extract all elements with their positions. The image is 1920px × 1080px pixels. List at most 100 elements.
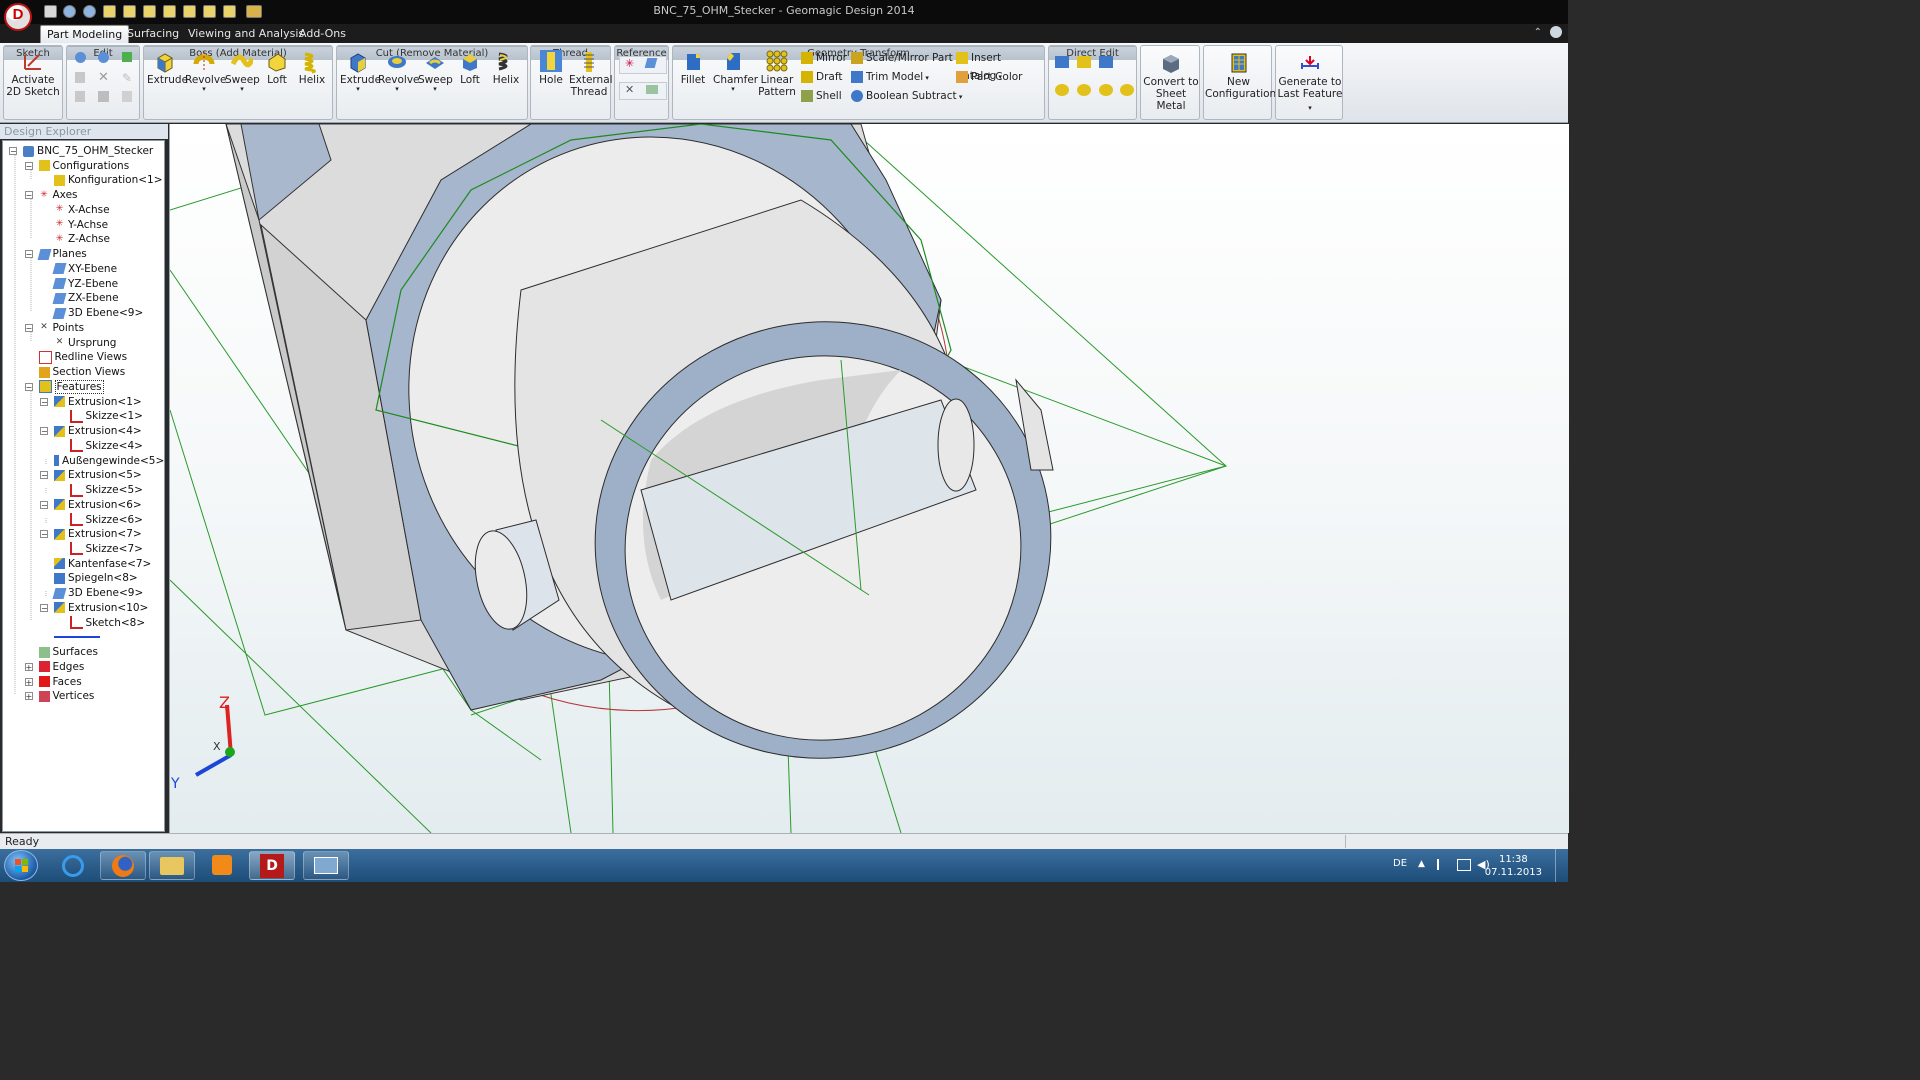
boss-revolve-button[interactable]: Revolve ▾ (185, 50, 227, 93)
taskbar-media[interactable] (199, 851, 245, 880)
cut-sweep-button[interactable]: Sweep ▾ (418, 50, 453, 93)
flag-icon[interactable] (1437, 859, 1449, 870)
activate-2d-sketch-button[interactable]: Activate 2D Sketch (6, 50, 60, 98)
collapse-icon[interactable]: − (40, 603, 48, 612)
tree-item[interactable]: YZ-Ebene (52, 277, 118, 291)
tree-item[interactable]: Außengewinde<5> (54, 454, 164, 468)
design-explorer-tree[interactable]: − BNC_75_OHM_Stecker − Configurations Konfig… (2, 140, 165, 832)
paste-special-icon[interactable] (122, 91, 132, 102)
tab-surfacing[interactable]: Surfacing (121, 25, 185, 43)
collapse-icon[interactable]: − (9, 147, 17, 156)
new-icon[interactable] (103, 5, 116, 18)
boss-extrude-button[interactable]: Extrude (147, 50, 188, 86)
tree-item[interactable]: − ✕ Points (24, 321, 84, 335)
delete-face-icon[interactable] (1055, 84, 1069, 96)
start-button[interactable] (4, 850, 38, 881)
cut-extrude-button[interactable]: Extrude ▾ (340, 50, 381, 93)
tree-item[interactable]: − Planes (24, 247, 87, 261)
paste-icon[interactable] (98, 91, 109, 102)
tab-viewing-analysis[interactable]: Viewing and Analysis (182, 25, 310, 43)
tree-item[interactable]: + Vertices (24, 689, 94, 703)
part-color-button[interactable]: Part Color (956, 68, 1022, 86)
cut-loft-button[interactable]: Loft (454, 50, 486, 86)
tree-item[interactable]: − Extrusion<4> (40, 424, 142, 438)
redo-icon[interactable] (83, 5, 96, 18)
redo-icon[interactable] (98, 52, 109, 63)
tree-item[interactable]: Section Views (38, 365, 125, 379)
collapse-icon[interactable]: − (24, 191, 33, 200)
tree-item[interactable]: Skizze<5> (69, 483, 143, 497)
undo-icon[interactable] (63, 5, 76, 18)
taskbar-explorer[interactable] (149, 851, 195, 880)
cut-revolve-button[interactable]: Revolve ▾ (378, 50, 420, 93)
print-icon[interactable] (203, 5, 216, 18)
tree-item[interactable]: + Edges (24, 660, 84, 674)
move-face-icon[interactable] (1055, 56, 1069, 68)
linear-pattern-button[interactable]: Linear Pattern (757, 50, 797, 98)
tree-item[interactable]: ✕ Ursprung (54, 336, 117, 350)
tree-item[interactable]: ✳ X-Achse (54, 203, 110, 217)
import-icon[interactable] (163, 5, 176, 18)
tree-item[interactable]: + Faces (24, 675, 82, 689)
fillet-button[interactable]: Fillet (676, 50, 710, 86)
rotate-face-icon[interactable] (1077, 84, 1091, 96)
export-icon[interactable] (183, 5, 196, 18)
offset-face-icon[interactable] (1077, 56, 1091, 68)
network-icon[interactable] (1457, 859, 1471, 871)
tree-item[interactable]: − Extrusion<10> (40, 601, 148, 615)
select-icon[interactable] (122, 52, 132, 62)
tree-item[interactable]: ZX-Ebene (52, 291, 119, 305)
taskbar-firefox[interactable] (100, 851, 146, 880)
app-logo[interactable]: D (4, 3, 32, 31)
tree-item[interactable]: − Features (24, 379, 104, 394)
external-thread-button[interactable]: External Thread (569, 50, 613, 98)
resize-face-icon[interactable] (1120, 84, 1134, 96)
draft-button[interactable]: Draft (801, 68, 842, 86)
measure-icon[interactable] (246, 5, 262, 18)
pen-icon[interactable]: ✎ (122, 71, 132, 85)
delete-icon[interactable]: ✕ (98, 70, 109, 85)
help-icon[interactable] (1550, 26, 1562, 38)
trim-model-button[interactable]: Trim Model ▾ (851, 68, 929, 86)
collapse-icon[interactable]: − (40, 471, 48, 480)
new-configuration-button[interactable]: New Configuration (1205, 52, 1276, 100)
shell-button[interactable]: Shell (801, 87, 842, 105)
collapse-icon[interactable]: − (24, 382, 33, 391)
hole-button[interactable]: Hole (534, 50, 568, 86)
taper-face-icon[interactable] (1099, 84, 1113, 96)
show-desktop-button[interactable] (1555, 849, 1568, 882)
boss-helix-button[interactable]: Helix (295, 50, 329, 86)
tree-item[interactable]: − Configurations (24, 159, 129, 173)
cut-icon[interactable] (75, 91, 85, 102)
tree-item[interactable]: Skizze<6> (69, 513, 143, 527)
convert-to-sheet-metal-button[interactable]: Convert to Sheet Metal (1142, 52, 1200, 112)
collapse-icon[interactable]: − (40, 397, 48, 406)
tree-item[interactable]: − Extrusion<5> (40, 468, 142, 482)
tree-item[interactable]: 3D Ebene<9> (52, 586, 143, 600)
collapse-icon[interactable]: − (40, 500, 48, 509)
tree-item[interactable]: ✳ Y-Achse (54, 218, 108, 232)
scale-mirror-part-button[interactable]: Scale/Mirror Part (851, 49, 953, 67)
tree-item[interactable]: Kantenfase<7> (54, 557, 151, 571)
tree-item[interactable]: ✳ Z-Achse (54, 232, 110, 246)
options-icon[interactable] (223, 5, 236, 18)
generate-to-last-feature-button[interactable]: Generate to Last Feature ▾ (1277, 52, 1343, 114)
taskbar-ie[interactable] (50, 851, 96, 880)
boss-sweep-button[interactable]: Sweep ▾ (225, 50, 260, 93)
undo-icon[interactable] (75, 52, 86, 63)
chamfer-button[interactable]: Chamfer ▾ (713, 50, 758, 93)
3d-viewport[interactable]: Z X Y (169, 124, 1569, 833)
taskbar-window[interactable] (303, 851, 349, 880)
expand-icon[interactable]: + (24, 692, 33, 701)
save-icon[interactable] (44, 5, 57, 18)
collapse-icon[interactable]: − (24, 323, 33, 332)
tree-item[interactable]: − ✳ Axes (24, 188, 78, 202)
expand-icon[interactable]: + (24, 677, 33, 686)
taskbar-geomagic[interactable]: D (249, 851, 295, 880)
tree-item[interactable]: Surfaces (38, 645, 98, 659)
tray-up-icon[interactable]: ▲ (1418, 859, 1425, 869)
collapse-icon[interactable]: − (40, 427, 48, 436)
replace-face-icon[interactable] (1099, 56, 1113, 68)
mirror-button[interactable]: Mirror (801, 49, 847, 67)
tab-add-ons[interactable]: Add-Ons (293, 25, 352, 43)
